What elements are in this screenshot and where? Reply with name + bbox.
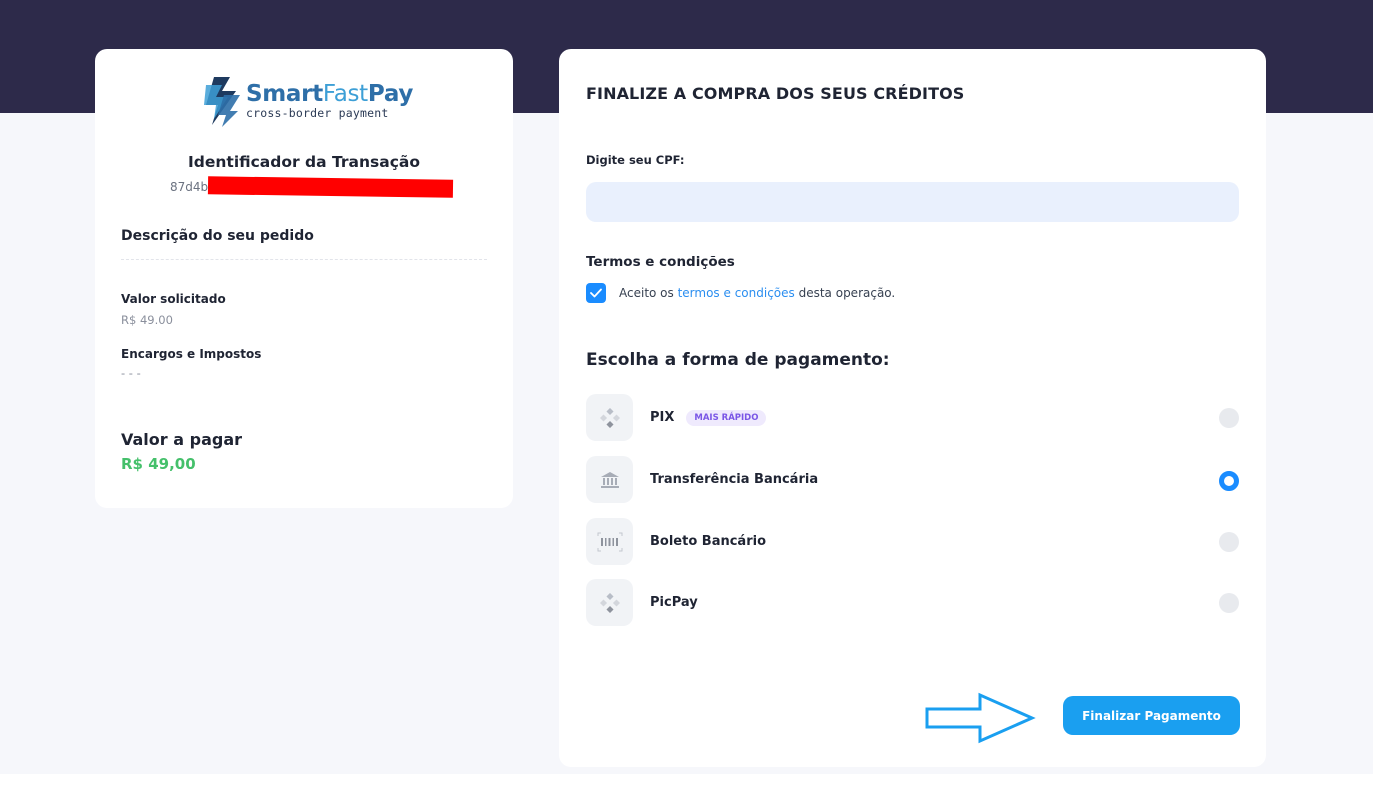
finalize-payment-button[interactable]: Finalizar Pagamento bbox=[1063, 696, 1240, 735]
requested-amount-value: R$ 49.00 bbox=[121, 313, 173, 327]
requested-amount-label: Valor solicitado bbox=[121, 292, 226, 306]
footer-band bbox=[0, 774, 1373, 806]
fees-label: Encargos e Impostos bbox=[121, 347, 262, 361]
brand-tagline: cross-border payment bbox=[246, 105, 389, 120]
payment-option-bank-transfer[interactable]: Transferência Bancária bbox=[586, 456, 1239, 504]
total-label: Valor a pagar bbox=[121, 430, 242, 449]
payment-radio-bank-transfer[interactable] bbox=[1219, 471, 1239, 491]
payment-option-label: PIX bbox=[650, 410, 675, 425]
arrow-right-icon bbox=[925, 692, 1036, 744]
brand-name: SmartFastPay bbox=[246, 80, 414, 107]
checkout-title: FINALIZE A COMPRA DOS SEUS CRÉDITOS bbox=[586, 84, 965, 103]
fastest-badge: MAIS RÁPIDO bbox=[686, 410, 767, 426]
payment-option-label: Boleto Bancário bbox=[650, 534, 766, 549]
terms-title: Termos e condições bbox=[586, 254, 735, 270]
payment-option-label: PicPay bbox=[650, 595, 698, 610]
pix-icon bbox=[586, 394, 633, 441]
barcode-icon bbox=[586, 518, 633, 565]
payment-radio-boleto[interactable] bbox=[1219, 532, 1239, 552]
brand-logo: SmartFastPay cross-border payment bbox=[200, 75, 413, 127]
payment-radio-pix[interactable] bbox=[1219, 408, 1239, 428]
total-value: R$ 49,00 bbox=[121, 455, 196, 473]
order-description-title: Descrição do seu pedido bbox=[121, 228, 314, 244]
payment-method-title: Escolha a forma de pagamento: bbox=[586, 350, 890, 370]
cpf-input[interactable] bbox=[586, 182, 1239, 222]
redaction-mark bbox=[207, 176, 454, 198]
bank-icon bbox=[586, 456, 633, 503]
payment-option-picpay[interactable]: PicPay bbox=[586, 579, 1239, 627]
payment-option-boleto[interactable]: Boleto Bancário bbox=[586, 518, 1239, 566]
terms-text: Aceito os termos e condições desta opera… bbox=[619, 286, 896, 300]
payment-option-pix[interactable]: PIX MAIS RÁPIDO bbox=[586, 394, 1239, 442]
divider bbox=[121, 259, 487, 260]
smartfastpay-logo-icon bbox=[204, 77, 240, 127]
payment-option-label: Transferência Bancária bbox=[650, 472, 819, 487]
transaction-id-title: Identificador da Transação bbox=[188, 153, 420, 171]
fees-value: - - - bbox=[121, 366, 141, 380]
terms-link[interactable]: termos e condições bbox=[678, 286, 795, 300]
checkmark-icon bbox=[590, 288, 602, 298]
picpay-icon bbox=[586, 579, 633, 626]
terms-checkbox[interactable] bbox=[586, 283, 606, 303]
transaction-id-value: 87d4b bbox=[170, 180, 209, 194]
cpf-label: Digite seu CPF: bbox=[586, 153, 685, 167]
payment-radio-picpay[interactable] bbox=[1219, 593, 1239, 613]
